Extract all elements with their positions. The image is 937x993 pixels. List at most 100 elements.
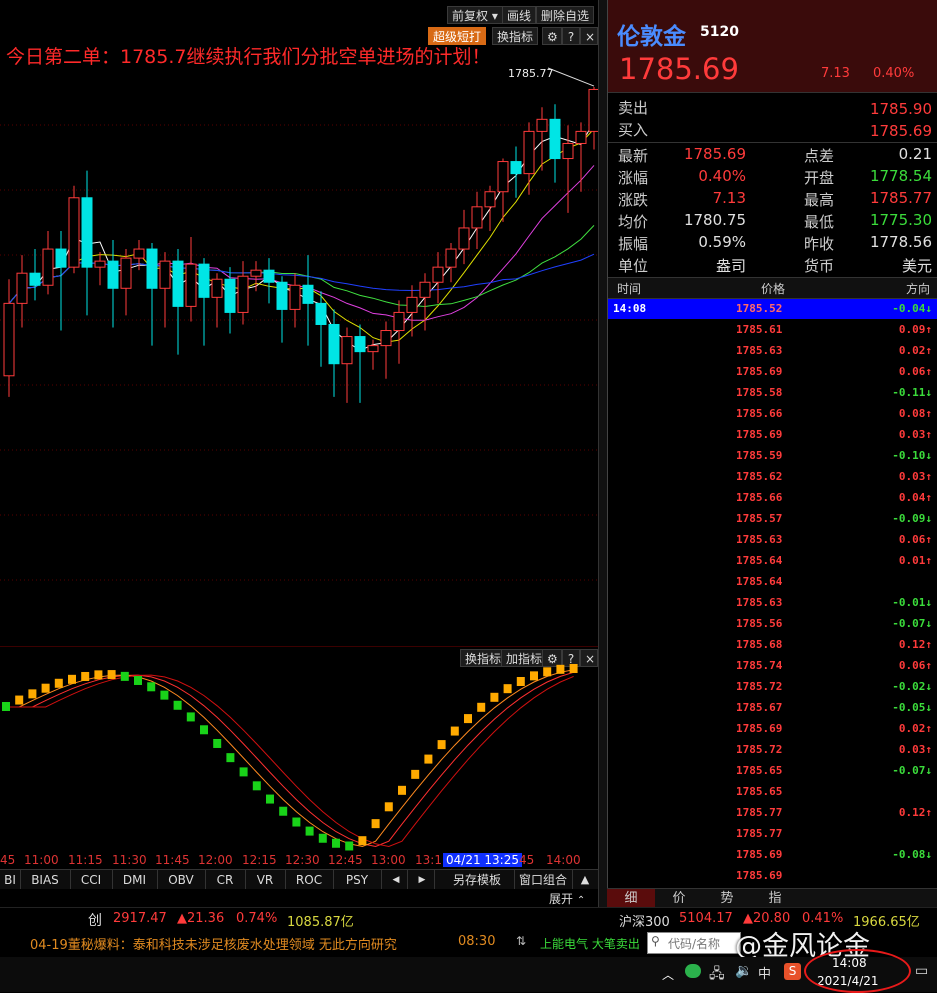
- tick-row[interactable]: 1785.74 0.06↑: [608, 656, 937, 676]
- tick-row[interactable]: 1785.57 -0.09↓: [608, 509, 937, 529]
- tick-row[interactable]: 1785.65 -0.07↓: [608, 761, 937, 781]
- save-template-button[interactable]: 另存模板: [440, 870, 515, 890]
- tick-row[interactable]: 1785.56 -0.07↓: [608, 614, 937, 634]
- tick-row[interactable]: 1785.63 0.02↑: [608, 341, 937, 361]
- tick-row[interactable]: 1785.58 -0.11↓: [608, 383, 937, 403]
- tick-price: 1785.62: [736, 470, 783, 483]
- stat-value: 0.59%: [698, 233, 746, 251]
- wechat-icon[interactable]: [685, 964, 701, 978]
- candle-bull: [406, 296, 418, 313]
- volume-icon[interactable]: 🔉: [735, 963, 752, 979]
- candle-bull: [341, 336, 353, 365]
- stat-value: 7.13: [712, 189, 746, 207]
- tick-price: 1785.69: [736, 428, 783, 441]
- tab-cr[interactable]: CR: [205, 870, 246, 890]
- candle-bull: [289, 284, 301, 310]
- indicator-bar-up: [543, 667, 552, 677]
- sogou-icon[interactable]: S: [784, 963, 801, 980]
- tab-cci[interactable]: CCI: [70, 870, 113, 890]
- tick-row[interactable]: 1785.59 -0.10↓: [608, 446, 937, 466]
- tick-price: 1785.52: [736, 302, 783, 315]
- candlestick-chart[interactable]: [0, 0, 598, 645]
- tab-roc[interactable]: ROC: [285, 870, 334, 890]
- indicator-bar-down: [2, 702, 10, 711]
- candle-bear: [172, 260, 184, 307]
- tick-row[interactable]: 1785.69 0.02↑: [608, 719, 937, 739]
- news-time: 08:30: [458, 934, 496, 949]
- tick-row[interactable]: 1785.63 0.06↑: [608, 530, 937, 550]
- indicator-bar-up: [28, 689, 37, 699]
- tick-row[interactable]: 1785.72 0.03↑: [608, 740, 937, 760]
- tab-bias[interactable]: BIAS: [20, 870, 71, 890]
- indicator-bar-up: [516, 676, 525, 686]
- tick-row[interactable]: 14:08 1785.52 -0.04↓: [608, 299, 937, 319]
- price-change-pct: 0.40%: [873, 66, 915, 81]
- tick-row[interactable]: 1785.69 0.03↑: [608, 425, 937, 445]
- main-chart-panel[interactable]: 前复权 ▾ 画线 删除自选 超级短打 换指标 ⚙ ? × 今日第二单：1785.…: [0, 0, 598, 645]
- tab-prev-button[interactable]: ◀: [385, 870, 408, 890]
- candle-bear: [55, 248, 67, 268]
- tick-direction: 0.03↑: [898, 743, 932, 756]
- indicator-bar-up: [94, 670, 103, 680]
- tick-row[interactable]: 1785.69 -0.08↓: [608, 845, 937, 865]
- stat-label: 涨跌: [618, 191, 649, 209]
- tick-row[interactable]: 1785.64 0.01↑: [608, 551, 937, 571]
- tick-row[interactable]: 1785.72 -0.02↓: [608, 677, 937, 697]
- tab-trend[interactable]: 势: [703, 889, 751, 908]
- tab-price[interactable]: 价: [655, 889, 703, 908]
- tab-dmi[interactable]: DMI: [112, 870, 158, 890]
- tick-direction: 0.06↑: [898, 365, 932, 378]
- tick-row[interactable]: 1785.67 -0.05↓: [608, 698, 937, 718]
- tick-row[interactable]: 1785.69: [608, 866, 937, 886]
- time-tick: 12:15: [242, 853, 277, 867]
- stat-value: 1775.30: [869, 211, 932, 229]
- tick-row[interactable]: 1785.77: [608, 824, 937, 844]
- tab-obv[interactable]: OBV: [157, 870, 206, 890]
- stock-search-box[interactable]: ⚲ 代码/名称: [647, 932, 741, 954]
- tab-detail[interactable]: 细: [607, 889, 655, 908]
- notification-icon[interactable]: ▭: [915, 963, 928, 979]
- tick-row[interactable]: 1785.64: [608, 572, 937, 592]
- tick-direction: 0.01↑: [898, 554, 932, 567]
- windows-taskbar: ︿ 🖧 🔉 中 S 14:08 2021/4/21 ▭: [0, 949, 937, 993]
- news-headline[interactable]: 04-19董秘爆料：泰和科技未涉足核废水处理领域 无此方向研究: [30, 934, 397, 953]
- tick-row[interactable]: 1785.63 -0.01↓: [608, 593, 937, 613]
- indicator-bar-up: [569, 664, 578, 673]
- window-combo-button[interactable]: 窗口组合: [514, 870, 573, 890]
- ime-indicator[interactable]: 中: [758, 963, 771, 982]
- signal-icon: ⇅: [516, 934, 527, 948]
- expand-button[interactable]: 展开 ⌃: [549, 890, 585, 907]
- candle-bear: [263, 269, 275, 283]
- tick-row[interactable]: 1785.66 0.08↑: [608, 404, 937, 424]
- tick-row[interactable]: 1785.62 0.03↑: [608, 467, 937, 487]
- stat-value: 1785.69: [683, 145, 746, 163]
- tick-row[interactable]: 1785.65: [608, 782, 937, 802]
- tab-bi[interactable]: BI: [0, 870, 21, 890]
- ticks-price-header: 价格: [761, 282, 786, 296]
- tab-vr[interactable]: VR: [245, 870, 286, 890]
- tab-index[interactable]: 指: [751, 889, 799, 908]
- candle-bull: [536, 118, 548, 132]
- tab-psy[interactable]: PSY: [333, 870, 382, 890]
- bid-label: 买入: [618, 121, 649, 139]
- candle-bull: [419, 281, 431, 298]
- tick-direction: -0.05↓: [892, 701, 932, 714]
- tab-next-button[interactable]: ▶: [410, 870, 435, 890]
- tick-row[interactable]: 1785.69 0.06↑: [608, 362, 937, 382]
- stat-value: 1778.54: [869, 167, 932, 185]
- tick-row[interactable]: 1785.77 0.12↑: [608, 803, 937, 823]
- candle-bull: [393, 311, 405, 332]
- tick-price: 1785.69: [736, 365, 783, 378]
- tick-row[interactable]: 1785.68 0.12↑: [608, 635, 937, 655]
- peak-price-label: 1785.77: [508, 67, 554, 80]
- network-icon[interactable]: 🖧: [709, 963, 725, 987]
- stat-value: 0.40%: [698, 167, 746, 185]
- tick-row[interactable]: 1785.66 0.04↑: [608, 488, 937, 508]
- tray-expand-icon[interactable]: ︿: [662, 966, 674, 983]
- tick-price: 1785.64: [736, 575, 783, 588]
- time-tick: 14:00: [546, 853, 581, 867]
- indicator-subchart[interactable]: 换指标 加指标 ⚙ ? ×: [0, 646, 598, 869]
- tick-row[interactable]: 1785.61 0.09↑: [608, 320, 937, 340]
- collapse-up-button[interactable]: ▲: [572, 870, 598, 890]
- candle-bull: [497, 161, 509, 193]
